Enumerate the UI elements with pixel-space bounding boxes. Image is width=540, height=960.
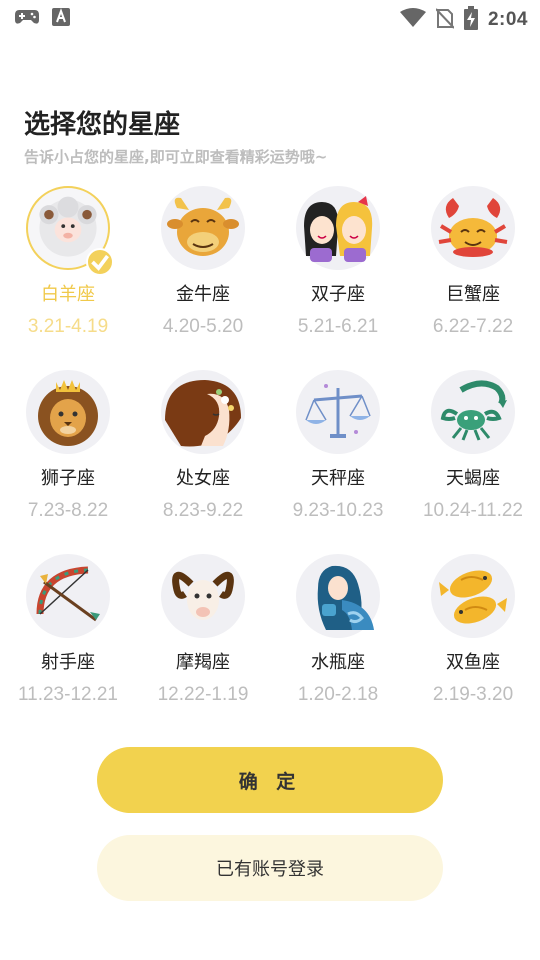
no-sim-icon [435, 7, 455, 33]
zodiac-name: 白羊座 [41, 284, 95, 305]
zodiac-item-cancer[interactable]: 巨蟹座 6.22-7.22 [405, 186, 540, 338]
zodiac-date-range: 5.21-6.21 [297, 316, 379, 337]
gemini-twins-icon [296, 186, 380, 270]
zodiac-date-range: 9.23-10.23 [292, 500, 384, 521]
zodiac-date-range: 7.23-8.22 [27, 500, 109, 521]
login-existing-account-button[interactable]: 已有账号登录 [97, 835, 443, 901]
zodiac-date-range: 11.23-12.21 [17, 684, 118, 705]
zodiac-date-range: 12.22-1.19 [157, 684, 249, 705]
leo-lion-icon [26, 370, 110, 454]
confirm-button[interactable]: 确 定 [97, 747, 443, 813]
font-a-icon [52, 8, 70, 30]
zodiac-date-range: 6.22-7.22 [432, 316, 514, 337]
zodiac-date-range: 4.20-5.20 [162, 316, 244, 337]
zodiac-date-range: 3.21-4.19 [27, 316, 109, 337]
aries-sheep-icon [26, 186, 114, 276]
zodiac-name: 金牛座 [176, 284, 230, 305]
selected-check-icon [86, 248, 114, 276]
zodiac-date-range: 10.24-11.22 [422, 500, 523, 521]
zodiac-item-scorpio[interactable]: 天蝎座 10.24-11.22 [405, 370, 540, 522]
zodiac-date-range: 8.23-9.22 [162, 500, 244, 521]
zodiac-name: 处女座 [176, 468, 230, 489]
gamepad-icon [14, 8, 40, 30]
page-subtitle: 告诉小占您的星座,即可立即查看精彩运势哦~ [24, 148, 328, 166]
zodiac-date-range: 2.19-3.20 [432, 684, 514, 705]
zodiac-item-aquarius[interactable]: 水瓶座 1.20-2.18 [270, 554, 406, 706]
zodiac-item-virgo[interactable]: 处女座 8.23-9.22 [135, 370, 271, 522]
virgo-maiden-icon [161, 370, 245, 454]
scorpio-scorpion-icon [431, 370, 515, 454]
capricorn-goat-icon [161, 554, 245, 638]
zodiac-item-libra[interactable]: 天秤座 9.23-10.23 [270, 370, 406, 522]
zodiac-name: 水瓶座 [311, 652, 365, 673]
zodiac-name: 摩羯座 [176, 652, 230, 673]
libra-scales-icon [296, 370, 380, 454]
zodiac-name: 射手座 [41, 652, 95, 673]
zodiac-date-range: 1.20-2.18 [297, 684, 379, 705]
zodiac-item-taurus[interactable]: 金牛座 4.20-5.20 [135, 186, 271, 338]
zodiac-name: 天蝎座 [446, 468, 500, 489]
zodiac-item-gemini[interactable]: 双子座 5.21-6.21 [270, 186, 406, 338]
zodiac-item-pisces[interactable]: 双鱼座 2.19-3.20 [405, 554, 540, 706]
status-time: 2:04 [487, 9, 528, 30]
zodiac-item-capricorn[interactable]: 摩羯座 12.22-1.19 [135, 554, 271, 706]
zodiac-item-leo[interactable]: 狮子座 7.23-8.22 [0, 370, 136, 522]
zodiac-name: 狮子座 [41, 468, 95, 489]
battery-charging-icon [463, 6, 478, 34]
pisces-fish-icon [431, 554, 515, 638]
wifi-icon [399, 8, 426, 32]
sagittarius-bow-icon [26, 554, 110, 638]
page-title: 选择您的星座 [24, 110, 181, 140]
zodiac-name: 天秤座 [311, 468, 365, 489]
status-bar: 2:04 [0, 0, 540, 36]
zodiac-name: 双子座 [311, 284, 365, 305]
zodiac-name: 双鱼座 [446, 652, 500, 673]
zodiac-item-sagittarius[interactable]: 射手座 11.23-12.21 [0, 554, 136, 706]
cancer-crab-icon [431, 186, 515, 270]
zodiac-name: 巨蟹座 [446, 284, 500, 305]
aquarius-water-icon [296, 554, 380, 638]
zodiac-item-aries[interactable]: 白羊座 3.21-4.19 [0, 186, 136, 338]
taurus-bull-icon [161, 186, 245, 270]
